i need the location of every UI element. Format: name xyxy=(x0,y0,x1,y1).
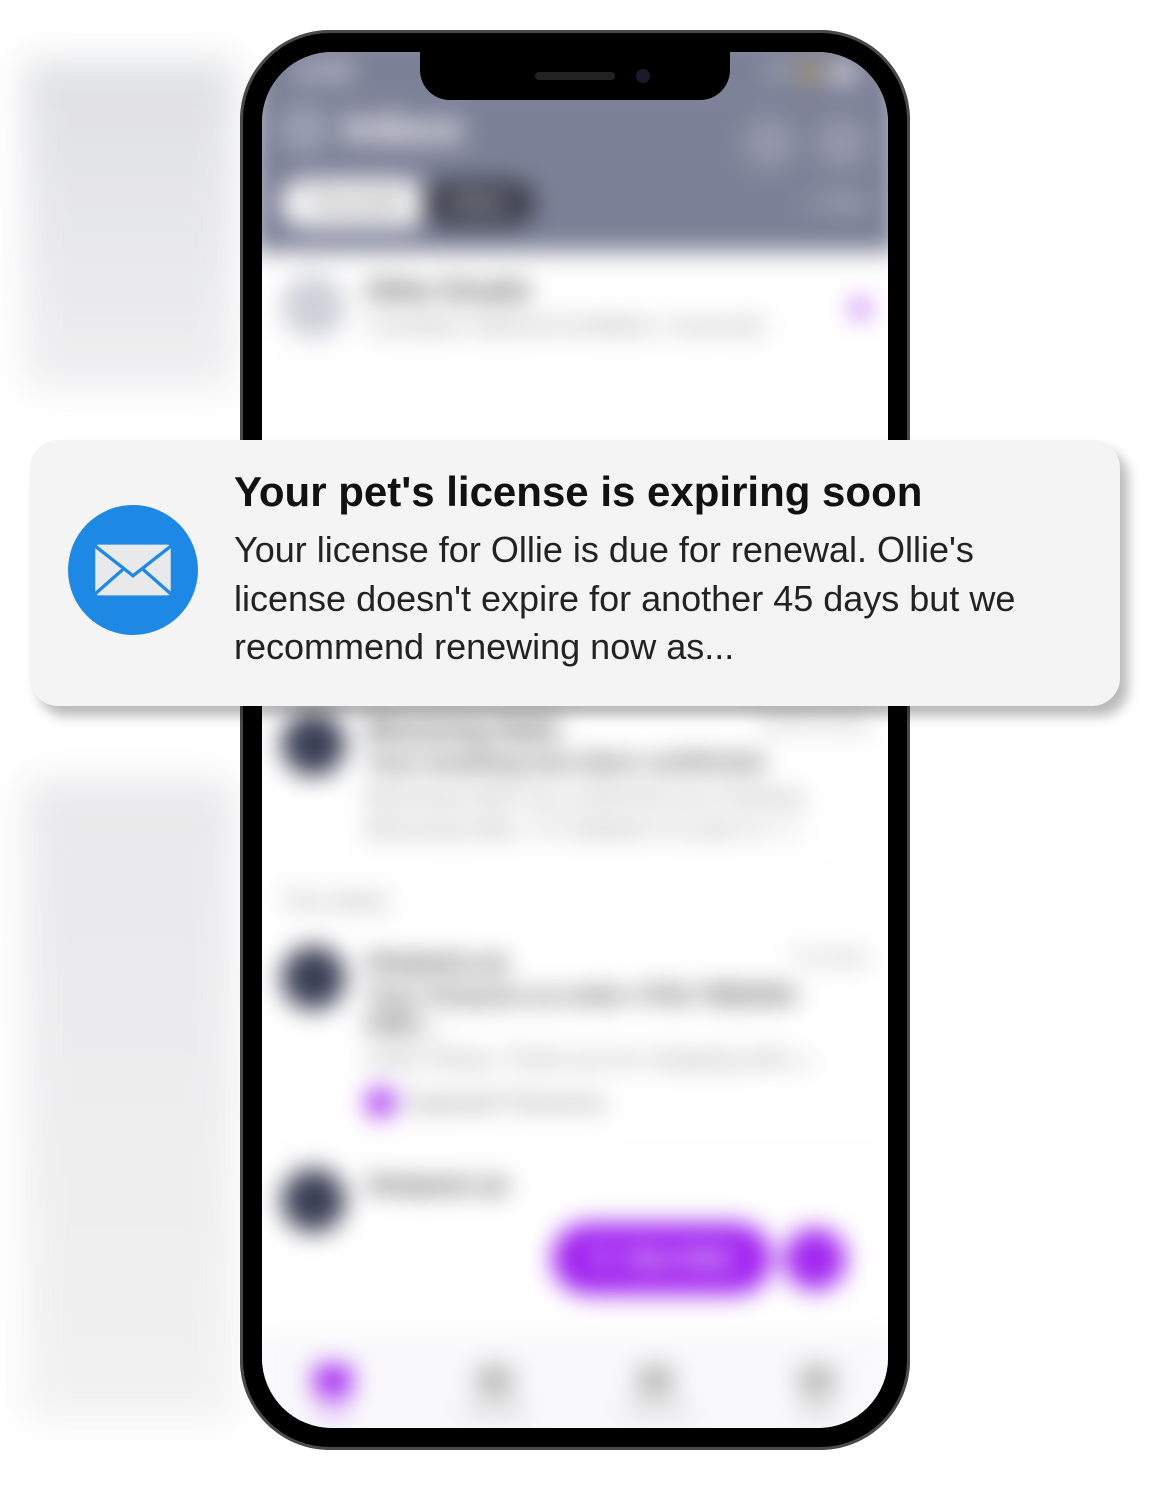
list-item[interactable]: Amazon.ca Tuesday Your Amazon.ca order #… xyxy=(262,924,888,1146)
envelope-icon xyxy=(92,540,174,600)
apps-icon xyxy=(798,1365,835,1396)
new-mail-button[interactable]: New Mail xyxy=(553,1223,772,1294)
phone-speaker xyxy=(535,72,615,80)
phone-camera xyxy=(636,69,650,83)
app-logo-icon[interactable] xyxy=(281,107,326,152)
email-date: Wednesday xyxy=(760,712,868,744)
avatar xyxy=(281,946,345,1010)
avatar xyxy=(281,274,345,338)
avatar xyxy=(281,712,345,776)
tab-other[interactable]: Other xyxy=(422,180,536,227)
tab-channels[interactable]: Channels xyxy=(575,1336,736,1428)
phone-screen: 12:06 ••• ⚡ ▮▮ Inbox Focused Other Filte… xyxy=(262,52,888,1428)
tag-label: Expected Tomorrow xyxy=(405,1089,605,1116)
bottom-tab-bar: Mail Calendar Channels Apps xyxy=(262,1335,888,1428)
email-subject: Your booking has been confirmed xyxy=(366,748,869,777)
search-icon[interactable] xyxy=(815,116,869,170)
header-actions xyxy=(743,116,869,170)
tab-label: Channels xyxy=(621,1402,691,1421)
channels-icon xyxy=(637,1365,674,1396)
tab-label: Apps xyxy=(798,1402,836,1421)
phone-notch xyxy=(420,52,730,100)
calendar-icon xyxy=(476,1365,513,1396)
sender-name: Amazon.ca xyxy=(366,946,507,978)
tab-apps[interactable]: Apps xyxy=(736,1336,888,1428)
inbox-tabs: Focused Other Filter xyxy=(281,180,868,227)
notification-banner[interactable]: Your pet's license is expiring soon Your… xyxy=(30,440,1120,706)
tab-label: Calendar xyxy=(461,1402,528,1421)
tab-focused[interactable]: Focused xyxy=(281,180,428,227)
new-mail-label: New Mail xyxy=(627,1244,733,1273)
avatar xyxy=(281,1169,345,1233)
tab-label: Mail xyxy=(318,1402,348,1421)
background-blur-shadow xyxy=(25,60,235,390)
inbox-title: Inbox xyxy=(343,103,464,155)
email-subject: Your Amazon.ca order #702-7982555-0481..… xyxy=(366,982,869,1040)
sender-name: Other Emails xyxy=(366,274,832,306)
notification-title: Your pet's license is expiring soon xyxy=(234,468,1080,516)
sender-name: Amazon.ca xyxy=(366,1169,507,1201)
email-date: Tuesday xyxy=(790,946,868,978)
email-app-blurred: 12:06 ••• ⚡ ▮▮ Inbox Focused Other Filte… xyxy=(262,52,888,1428)
inbox-header: Inbox Focused Other Filter xyxy=(262,93,888,252)
mail-app-icon xyxy=(68,505,198,635)
status-time: 12:06 xyxy=(294,58,352,85)
background-blur-shadow xyxy=(25,780,235,1420)
unread-badge xyxy=(852,300,868,316)
tab-mail[interactable]: Mail xyxy=(262,1336,414,1428)
status-indicators: ••• ⚡ ▮▮ xyxy=(767,58,857,85)
sender-name: Blooming Nails xyxy=(366,712,561,744)
list-item[interactable]: Blooming Nails Wednesday Your booking ha… xyxy=(262,689,888,868)
tag-dot-icon xyxy=(366,1088,395,1117)
preview-text: Blooming Nails has confirmed your bookin… xyxy=(366,781,869,844)
delivery-tag: Expected Tomorrow xyxy=(366,1088,605,1117)
email-list: Other Emails Canadian National Exhibitio… xyxy=(262,252,888,1255)
notification-body: Your license for Ollie is due for renewa… xyxy=(234,526,1080,672)
filter-button[interactable]: Filter xyxy=(806,192,868,216)
list-item[interactable]: Other Emails Canadian National Exhibitio… xyxy=(262,252,888,366)
tab-calendar[interactable]: Calendar xyxy=(414,1336,575,1428)
notification-content: Your pet's license is expiring soon Your… xyxy=(234,468,1080,672)
notifications-icon[interactable] xyxy=(743,116,797,170)
phone-frame: 12:06 ••• ⚡ ▮▮ Inbox Focused Other Filte… xyxy=(240,30,910,1450)
preview-text: Canadian National Exhibition, Gusmodi... xyxy=(366,310,832,342)
mail-icon xyxy=(315,1365,352,1396)
fab-secondary-button[interactable]: ⋯ xyxy=(784,1228,846,1290)
section-header: This Week xyxy=(262,868,888,924)
compose-fab: New Mail ⋯ xyxy=(553,1223,846,1294)
preview-text: Hello Kelsey, Thank you for shopping wit… xyxy=(366,1044,869,1076)
